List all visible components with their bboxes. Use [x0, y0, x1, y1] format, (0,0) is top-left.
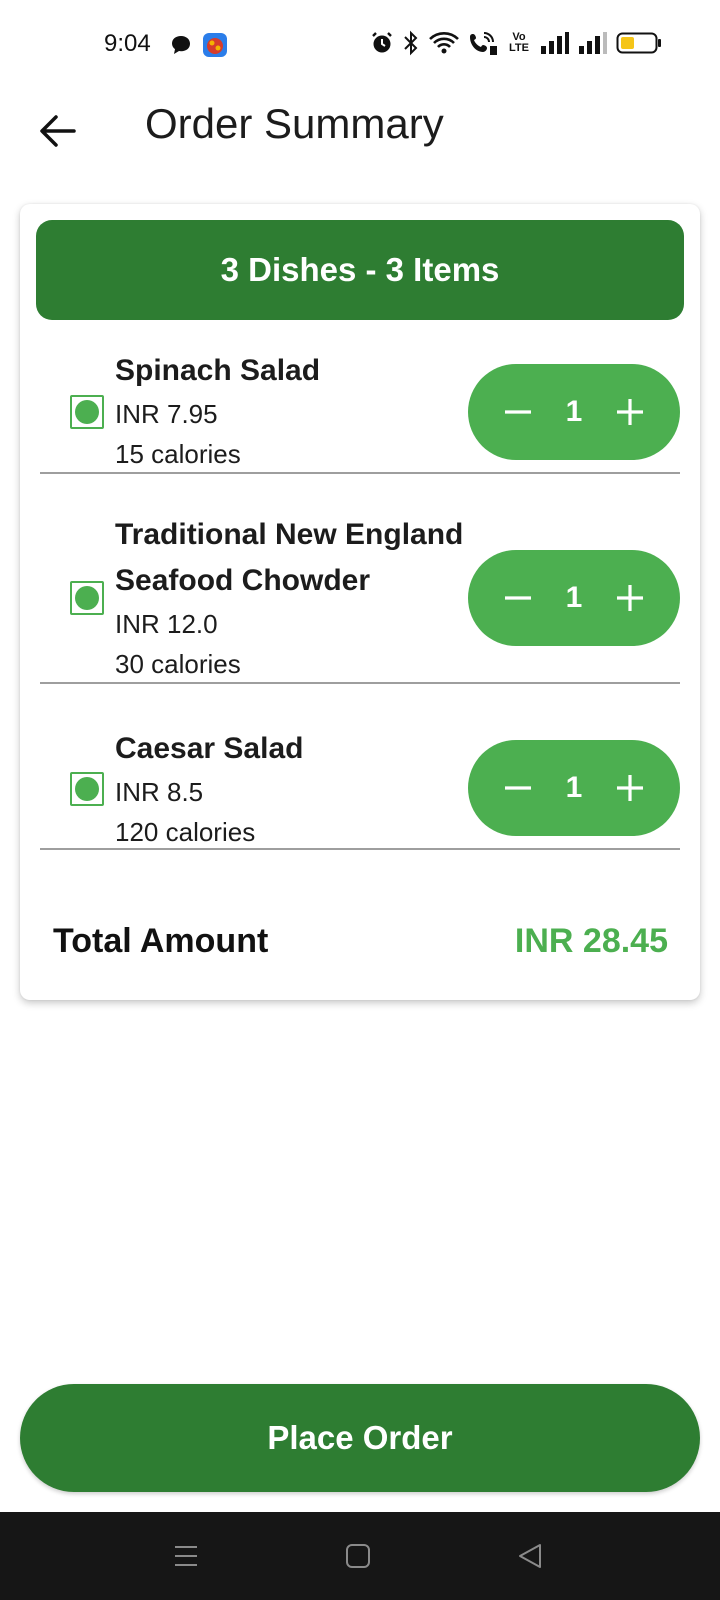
minus-icon: [505, 596, 531, 600]
app-bar: Order Summary: [0, 92, 720, 182]
decrement-button[interactable]: [498, 578, 538, 618]
back-nav-button[interactable]: [512, 1538, 548, 1574]
signal-icon: [578, 32, 608, 54]
chat-bubble-icon: [170, 34, 192, 56]
plus-icon: [617, 399, 643, 425]
total-amount-value: INR 28.45: [514, 922, 668, 960]
dish-item: Traditional New England Seafood Chowder …: [40, 510, 680, 684]
dish-calories: 30 calories: [115, 649, 241, 679]
quantity-stepper: 1: [468, 740, 680, 836]
wifi-icon: [428, 30, 460, 56]
increment-button[interactable]: [610, 392, 650, 432]
dish-item: Caesar Salad INR 8.5 120 calories 1: [40, 724, 680, 850]
battery-icon: [616, 31, 662, 55]
quantity-value: 1: [565, 581, 583, 614]
quantity-value: 1: [565, 771, 583, 804]
plus-icon: [617, 585, 643, 611]
plus-icon: [617, 775, 643, 801]
signal-icon: [540, 32, 570, 54]
quantity-value: 1: [565, 395, 583, 428]
menu-icon: [175, 1546, 197, 1566]
total-amount-label: Total Amount: [53, 922, 269, 960]
veg-indicator-icon: [70, 395, 104, 429]
order-summary-card: 3 Dishes - 3 Items Spinach Salad INR 7.9…: [20, 204, 700, 1000]
dish-item: Spinach Salad INR 7.95 15 calories 1: [40, 344, 680, 474]
arrow-left-icon: [40, 115, 76, 147]
summary-header: 3 Dishes - 3 Items: [36, 220, 684, 320]
dish-price: INR 8.5: [115, 777, 204, 807]
decrement-button[interactable]: [498, 768, 538, 808]
system-nav-bar: [0, 1512, 720, 1600]
alarm-icon: [370, 31, 394, 55]
dish-price: INR 7.95: [115, 399, 218, 429]
decrement-button[interactable]: [498, 392, 538, 432]
bluetooth-icon: [402, 30, 420, 56]
quantity-stepper: 1: [468, 364, 680, 460]
veg-indicator-icon: [70, 581, 104, 615]
dish-name: Caesar Salad: [115, 732, 304, 765]
order-summary-screen: 9:04 Vo LTE Order Summary 3 Dishes - 3 I…: [0, 0, 720, 1600]
veg-indicator-icon: [70, 772, 104, 806]
back-button[interactable]: [32, 106, 82, 156]
home-nav-button[interactable]: [340, 1538, 376, 1574]
increment-button[interactable]: [610, 578, 650, 618]
place-order-button[interactable]: Place Order: [20, 1384, 700, 1492]
dish-name: Traditional New England Seafood Chowder: [115, 518, 464, 597]
dish-calories: 15 calories: [115, 439, 241, 469]
home-square-icon: [346, 1544, 370, 1568]
minus-icon: [505, 786, 531, 790]
dish-price: INR 12.0: [115, 609, 218, 639]
minus-icon: [505, 410, 531, 414]
app-notification-icon: [202, 32, 228, 58]
menu-nav-button[interactable]: [168, 1538, 204, 1574]
dish-name: Spinach Salad: [115, 354, 321, 387]
back-triangle-icon: [519, 1544, 541, 1568]
dish-calories: 120 calories: [115, 817, 256, 847]
status-bar: 9:04 Vo LTE: [0, 0, 720, 92]
wifi-calling-icon: [468, 30, 498, 56]
increment-button[interactable]: [610, 768, 650, 808]
quantity-stepper: 1: [468, 550, 680, 646]
page-title: Order Summary: [145, 100, 444, 147]
status-time: 9:04: [104, 30, 151, 57]
volte-icon: Vo LTE: [509, 31, 529, 54]
